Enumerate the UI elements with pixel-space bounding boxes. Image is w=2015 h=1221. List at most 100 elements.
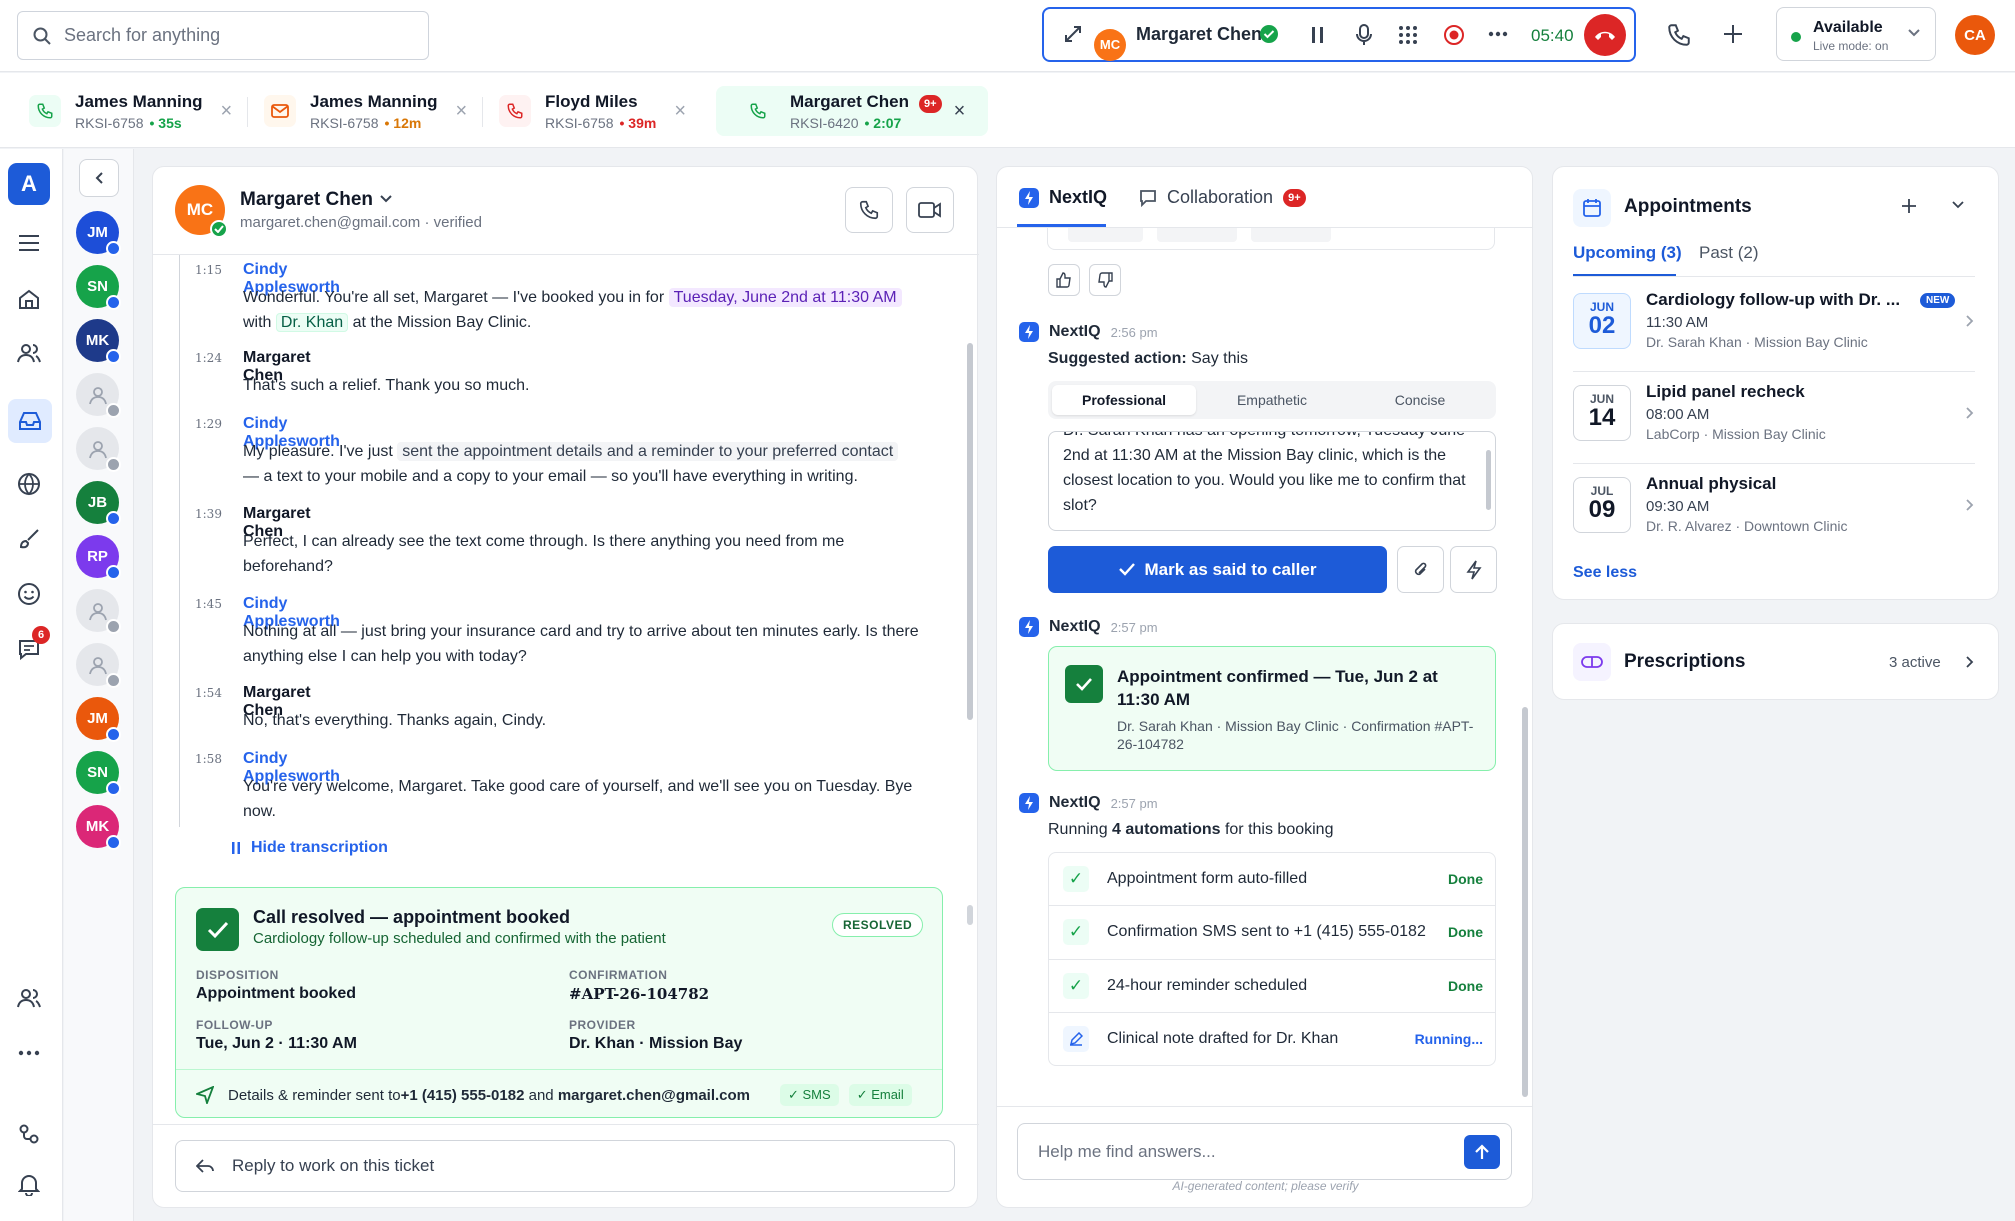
call-contact-button[interactable] <box>845 187 893 233</box>
prescriptions-count: 3 active <box>1889 654 1941 671</box>
mark-said-button[interactable]: Mark as said to caller <box>1048 546 1387 593</box>
chevron-down-icon[interactable] <box>1951 200 1965 210</box>
top-bar: Search for anything MC Margaret Chen 05:… <box>0 0 2015 72</box>
close-icon[interactable]: × <box>221 100 233 123</box>
video-call-button[interactable] <box>906 187 954 233</box>
tab-conversation[interactable]: James Manning RKSI-6758 • 35s × <box>29 87 232 135</box>
hang-up-button[interactable] <box>1584 14 1626 56</box>
expand-icon[interactable] <box>1062 23 1084 45</box>
global-search[interactable]: Search for anything <box>17 11 429 60</box>
keypad-icon[interactable] <box>1398 25 1418 45</box>
more-icon[interactable] <box>14 1038 44 1068</box>
brush-icon[interactable] <box>14 524 44 554</box>
attach-button[interactable] <box>1397 546 1444 593</box>
queue-avatar[interactable]: SN <box>76 751 121 796</box>
appointment-item[interactable]: JUN 14 Lipid panel recheck 08:00 AM LabCo… <box>1573 372 1975 464</box>
phone-icon <box>858 199 880 221</box>
home-icon[interactable] <box>14 284 44 314</box>
menu-icon[interactable] <box>14 228 44 258</box>
highlight-date[interactable]: Tuesday, June 2nd at 11:30 AM <box>668 288 902 307</box>
highlight-provider[interactable]: Dr. Khan <box>275 313 349 332</box>
thumbs-up-button[interactable] <box>1048 264 1080 296</box>
reply-input[interactable]: Reply to work on this ticket <box>232 1156 434 1176</box>
availability-status[interactable]: Available Live mode: on <box>1776 7 1936 61</box>
suggested-script[interactable]: Dr. Sarah Khan has an opening tomorrow, … <box>1048 431 1496 531</box>
queue-avatar[interactable] <box>76 589 121 634</box>
tab-collaboration[interactable]: Collaboration 9+ <box>1139 187 1306 208</box>
message-time: 1:39 <box>195 507 222 521</box>
queue-avatar[interactable] <box>76 373 121 418</box>
queue-avatar[interactable]: JM <box>76 697 121 742</box>
add-icon[interactable] <box>1721 22 1745 46</box>
calendar-icon <box>1573 189 1611 227</box>
tab-conversation[interactable]: James Manning RKSI-6758 • 12m × <box>264 87 467 135</box>
inbox-nav-active[interactable] <box>8 399 52 443</box>
chevron-down-icon[interactable] <box>379 194 393 204</box>
smiley-icon[interactable] <box>14 579 44 609</box>
app-logo[interactable]: A <box>8 163 50 205</box>
appointment-item[interactable]: JUL 09 Annual physical 09:30 AM Dr. R. Al… <box>1573 464 1975 556</box>
check-icon <box>1118 563 1135 576</box>
tone-empathetic[interactable]: Empathetic <box>1200 385 1344 415</box>
team-icon[interactable] <box>14 983 44 1013</box>
tab-nextiq[interactable]: NextIQ <box>1019 187 1107 208</box>
record-icon[interactable] <box>1443 24 1465 46</box>
ask-input[interactable]: Help me find answers... <box>1038 1142 1216 1162</box>
disposition-label: DISPOSITION <box>196 968 279 982</box>
mute-mic-icon[interactable] <box>1354 23 1374 47</box>
scrollbar-thumb[interactable] <box>967 343 973 720</box>
queue-avatar[interactable]: MK <box>76 805 121 850</box>
more-options-icon[interactable] <box>1488 31 1508 37</box>
phone-dial-icon[interactable] <box>1666 22 1692 48</box>
close-icon[interactable]: × <box>674 100 686 123</box>
user-avatar[interactable]: CA <box>1955 15 1995 55</box>
appointment-item[interactable]: JUN 02 Cardiology follow-up with Dr. ... … <box>1573 280 1975 372</box>
tab-conversation-active[interactable]: Margaret Chen RKSI-6420 • 2:07 9+ × <box>716 86 988 136</box>
message-time: 1:24 <box>195 351 222 365</box>
tab-name: James Manning <box>310 91 438 111</box>
collab-badge: 9+ <box>1283 188 1306 207</box>
queue-avatar[interactable]: RP <box>76 535 121 580</box>
queue-avatar[interactable] <box>76 643 121 688</box>
queue-avatar[interactable] <box>76 427 121 472</box>
followup-value: Tue, Jun 2 · 11:30 AM <box>196 1035 357 1052</box>
scrollbar[interactable] <box>967 905 973 925</box>
tab-past[interactable]: Past (2) <box>1699 243 1759 263</box>
quick-action-button[interactable] <box>1450 546 1497 593</box>
hide-transcription-link[interactable]: Hide transcription <box>231 839 388 857</box>
contacts-icon[interactable] <box>14 338 44 368</box>
prescriptions-card[interactable]: Prescriptions 3 active <box>1552 623 1999 700</box>
chevron-right-icon <box>1965 655 1975 669</box>
queue-avatar[interactable]: JB <box>76 481 121 526</box>
close-icon[interactable]: × <box>456 100 468 123</box>
tone-professional[interactable]: Professional <box>1052 385 1196 415</box>
scrollbar-thumb[interactable] <box>1486 450 1491 510</box>
queue-avatar[interactable]: MK <box>76 319 121 364</box>
queue-avatar[interactable]: JM <box>76 211 121 256</box>
add-icon[interactable] <box>1899 196 1919 216</box>
see-less-link[interactable]: See less <box>1573 564 1637 582</box>
tab-upcoming[interactable]: Upcoming (3) <box>1573 243 1682 263</box>
tone-concise[interactable]: Concise <box>1348 385 1492 415</box>
thumbs-down-button[interactable] <box>1089 264 1121 296</box>
appointment-title: Annual physical <box>1646 474 1777 493</box>
queue-avatar[interactable]: SN <box>76 265 121 310</box>
reply-box[interactable]: Reply to work on this ticket <box>175 1140 955 1192</box>
confirmation-card: Appointment confirmed — Tue, Jun 2 at 11… <box>1048 646 1496 771</box>
contact-name[interactable]: Margaret Chen <box>240 189 373 211</box>
search-input[interactable]: Search for anything <box>64 25 220 46</box>
send-button[interactable] <box>1464 1135 1500 1169</box>
pause-icon <box>231 841 241 855</box>
bell-icon[interactable] <box>14 1169 44 1199</box>
globe-icon[interactable] <box>14 469 44 499</box>
close-icon[interactable]: × <box>954 100 966 123</box>
highlight-action[interactable]: sent the appointment details and a remin… <box>397 442 899 461</box>
tab-conversation[interactable]: Floyd Miles RKSI-6758 • 39m × <box>499 87 686 135</box>
hold-icon[interactable] <box>1308 24 1328 46</box>
chat-icon[interactable]: 6 <box>14 626 50 664</box>
automation-row: ✓ Appointment form auto-filled Done <box>1049 853 1495 905</box>
ask-nextiq-box[interactable]: Help me find answers... <box>1017 1123 1512 1180</box>
integrations-icon[interactable] <box>14 1119 44 1149</box>
collapse-button[interactable] <box>79 159 119 197</box>
scrollbar-thumb[interactable] <box>1522 707 1528 1097</box>
